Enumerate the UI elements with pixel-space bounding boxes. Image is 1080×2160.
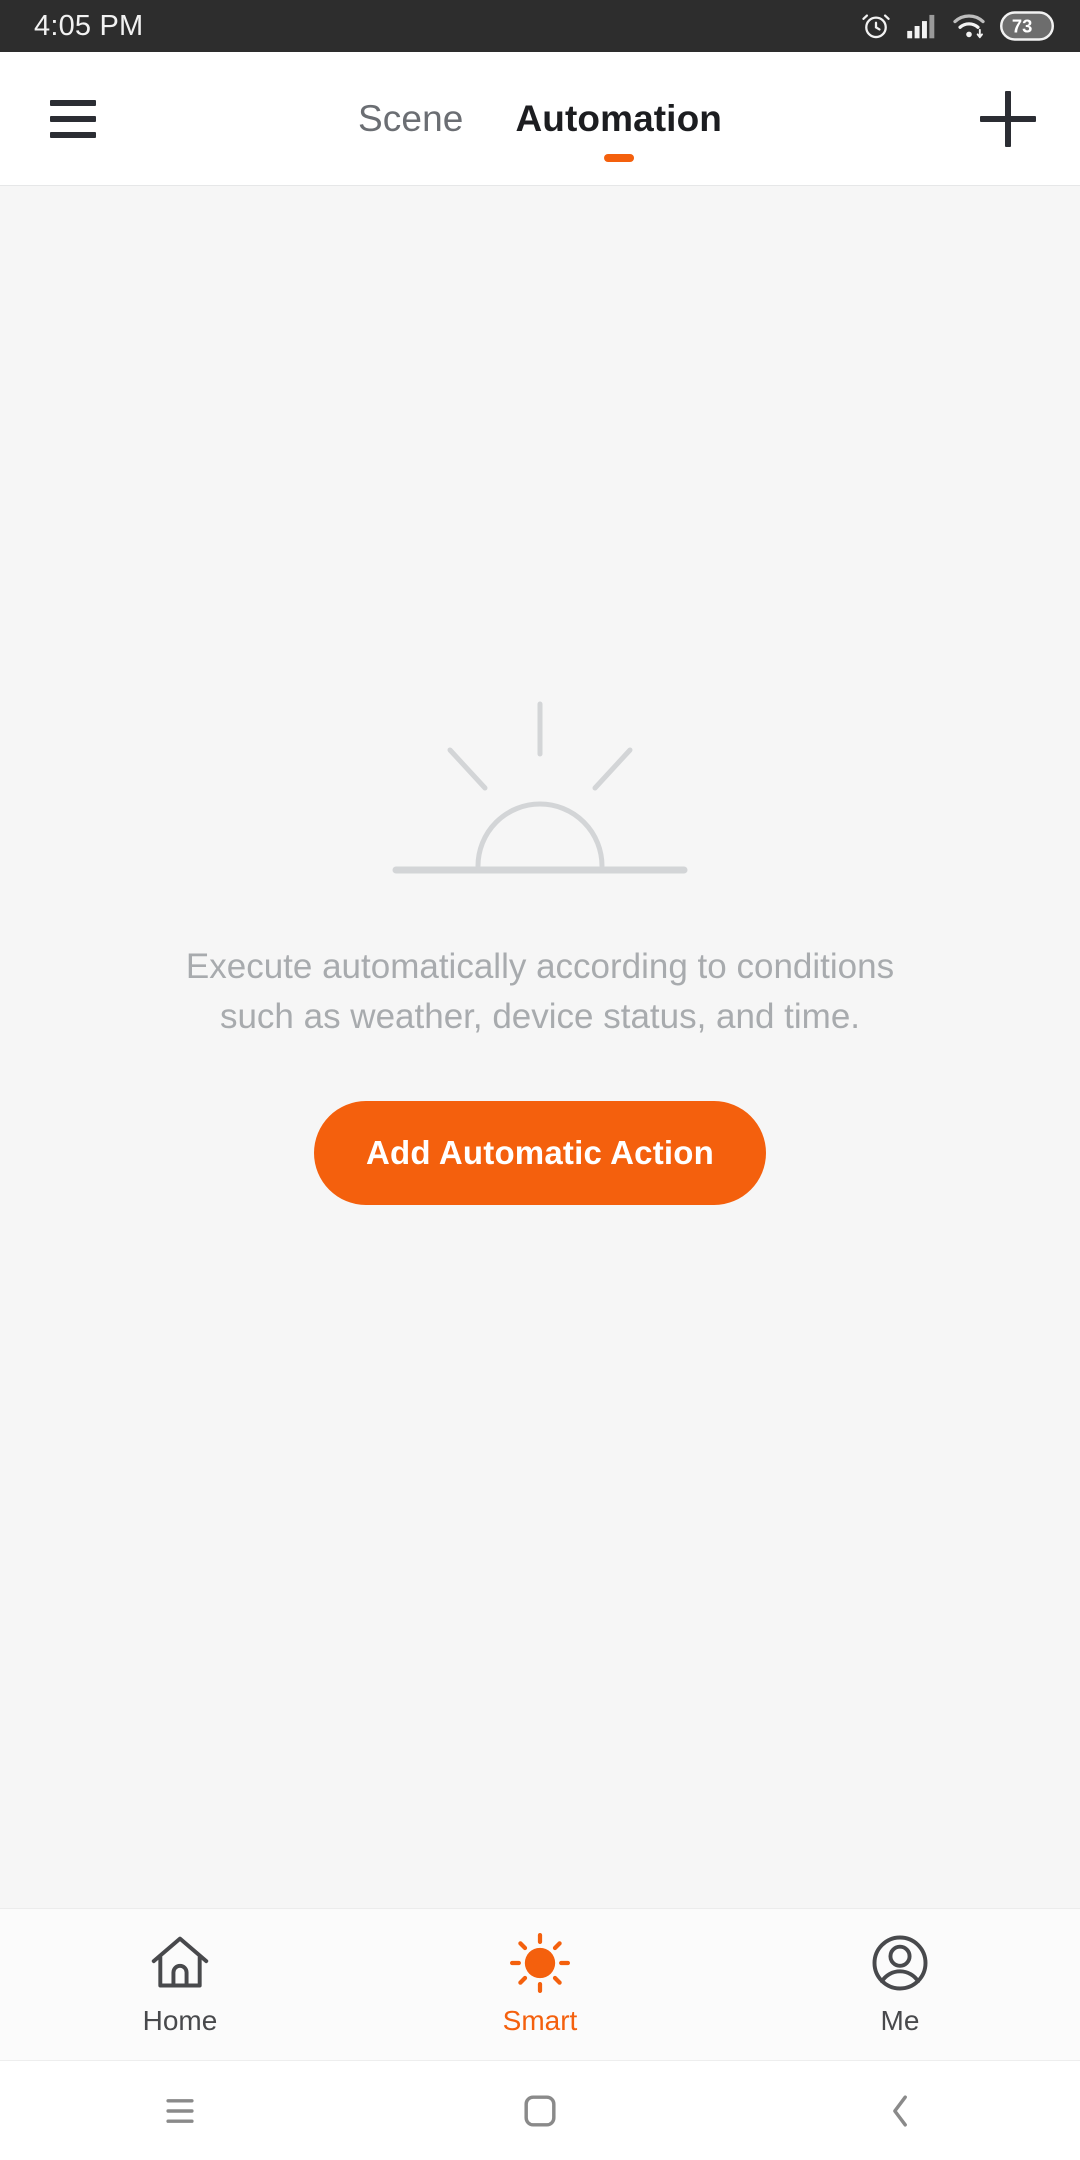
cellular-signal-icon [906, 12, 938, 40]
status-bar: 4:05 PM 73 [0, 0, 1080, 52]
system-navigation-bar [0, 2060, 1080, 2160]
add-automatic-action-button[interactable]: Add Automatic Action [313, 1101, 767, 1206]
header-tabs: Scene Automation [354, 52, 726, 185]
battery-icon: 73 [1000, 11, 1054, 41]
chevron-left-icon [882, 2092, 918, 2130]
rounded-square-icon [521, 2092, 559, 2130]
sunrise-icon [390, 698, 690, 888]
tab-automation-label: Automation [515, 97, 722, 139]
bottom-nav-label-home: Home [142, 2004, 218, 2036]
tab-scene[interactable]: Scene [354, 52, 467, 185]
bottom-nav-label-smart: Smart [502, 2004, 578, 2036]
app-screen: 4:05 PM 73 Scene Automation Execute auto… [0, 0, 1080, 2160]
active-tab-indicator [603, 154, 634, 162]
battery-level-text: 73 [1012, 16, 1032, 37]
bottom-nav-item-smart[interactable]: Smart [360, 1909, 720, 2060]
bottom-nav-item-me[interactable]: Me [720, 1909, 1080, 2060]
person-icon [869, 1933, 931, 1993]
status-icons-group: 73 [860, 10, 1054, 42]
app-header: Scene Automation [0, 52, 1080, 186]
home-key[interactable] [360, 2092, 720, 2130]
empty-state-message: Execute automatically according to condi… [185, 947, 895, 1036]
alarm-clock-icon [860, 10, 892, 42]
tab-automation[interactable]: Automation [511, 52, 726, 185]
plus-icon[interactable] [980, 90, 1036, 147]
recents-key[interactable] [0, 2094, 360, 2128]
bottom-nav-item-home[interactable]: Home [0, 1909, 360, 2060]
automation-empty-state: Execute automatically according to condi… [0, 186, 1080, 1908]
sun-icon [508, 1932, 572, 1993]
tab-scene-label: Scene [358, 97, 464, 139]
bottom-nav-label-me: Me [880, 2004, 920, 2036]
house-icon [148, 1933, 212, 1993]
wifi-icon [952, 12, 986, 40]
status-time: 4:05 PM [34, 9, 144, 42]
menu-lines-icon [161, 2094, 199, 2128]
hamburger-menu-icon[interactable] [50, 99, 96, 138]
bottom-navigation-bar: Home Smart Me [0, 1908, 1080, 2060]
back-key[interactable] [720, 2092, 1080, 2130]
